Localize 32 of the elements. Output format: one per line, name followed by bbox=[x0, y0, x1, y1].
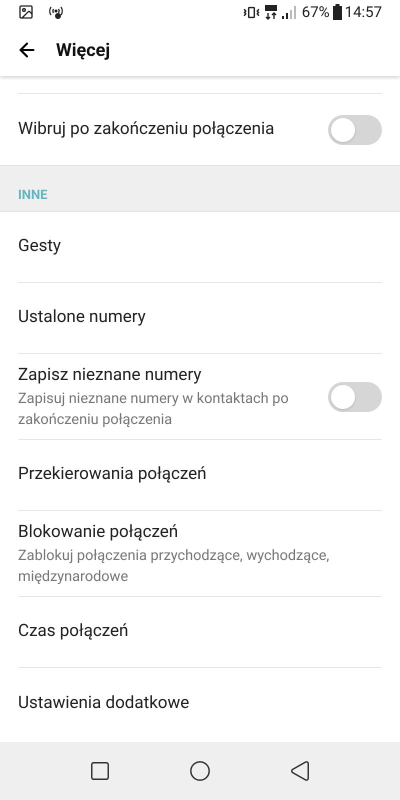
row-title: Zapisz nieznane numery bbox=[18, 364, 202, 387]
settings-row[interactable]: Wibruj po zakończeniu połączenia bbox=[0, 94, 400, 165]
row-subtitle: Zablokuj połączenia przychodzące, wychodzące, międzynarodowe bbox=[18, 546, 330, 588]
row-title: Wibruj po zakończeniu połączenia bbox=[18, 118, 276, 141]
settings-row[interactable]: Przekierowania połączeń bbox=[0, 440, 400, 511]
settings-row[interactable]: Czas połączeń bbox=[0, 597, 400, 668]
row-title: Blokowanie połączeń bbox=[18, 520, 180, 544]
signal-icon bbox=[280, 4, 299, 20]
battery-icon bbox=[332, 4, 342, 20]
screen-title: Więcej bbox=[56, 38, 110, 62]
settings-row[interactable]: Ustalone numery bbox=[0, 283, 400, 354]
settings-row[interactable]: Zapisz nieznane numery Zapisuj nieznane numery w kontaktach po zakończeniu połączenia bbox=[0, 354, 400, 440]
back-icon[interactable] bbox=[289, 760, 311, 782]
clock: 14:57 bbox=[344, 2, 382, 23]
row-title: Gesty bbox=[18, 235, 62, 258]
battery-percent: 67% bbox=[302, 2, 330, 23]
row-subtitle: Zapisuj nieznane numery w kontaktach po zakończeniu połączenia bbox=[18, 389, 290, 430]
row-title: Przekierowania połączeń bbox=[18, 463, 208, 486]
wireless-icon bbox=[48, 4, 64, 20]
settings-row[interactable]: Ustawienia dodatkowe bbox=[0, 668, 400, 739]
home-icon[interactable] bbox=[189, 760, 211, 782]
picture-icon bbox=[18, 4, 34, 20]
row-title: Ustalone numery bbox=[18, 306, 147, 330]
toggle-switch[interactable] bbox=[328, 114, 382, 144]
data-icon bbox=[264, 4, 278, 20]
settings-row[interactable]: Gesty bbox=[0, 212, 400, 283]
row-title: Ustawienia dodatkowe bbox=[18, 692, 190, 715]
toggle-switch[interactable] bbox=[328, 382, 382, 412]
section-title: INNE bbox=[18, 186, 48, 204]
settings-row[interactable]: Blokowanie połączeń Zablokuj połączenia przychodzące, wychodzące, międzynarodowe bbox=[0, 511, 400, 597]
row-title: Czas połączeń bbox=[18, 620, 130, 644]
overview-icon[interactable] bbox=[89, 760, 111, 782]
